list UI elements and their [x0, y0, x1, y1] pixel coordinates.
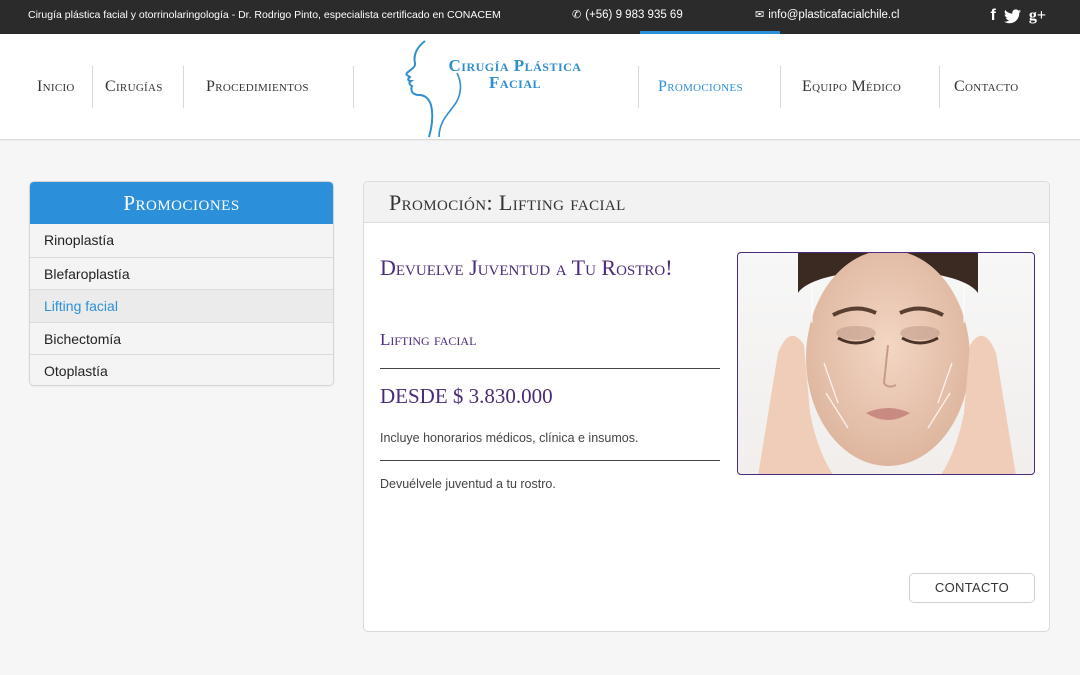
logo-line-2: Facial [488, 73, 542, 92]
facebook-icon[interactable]: f [991, 6, 996, 30]
nav-cirugias[interactable]: Cirugías [105, 66, 163, 108]
top-bar: Cirugía plástica facial y otorrinolaring… [0, 0, 1080, 34]
phone-contact[interactable]: ✆ (+56) 9 983 935 69 [572, 8, 683, 21]
promo-description: Devuélvele juventud a tu rostro. [380, 477, 556, 491]
sidebar-item-bichectomia[interactable]: Bichectomía [30, 321, 333, 354]
googleplus-icon[interactable]: g+ [1029, 6, 1046, 30]
nav-procedimientos[interactable]: Procedimientos [206, 66, 309, 108]
nav-divider [353, 66, 354, 108]
sidebar-item-rinoplastia[interactable]: Rinoplastía [30, 224, 333, 257]
nav-contacto[interactable]: Contacto [954, 66, 1019, 108]
sidebar-item-lifting-facial[interactable]: Lifting facial [30, 289, 333, 322]
email-address[interactable]: info@plasticafacialchile.cl [768, 9, 899, 21]
sidebar-item-blefaroplastia[interactable]: Blefaroplastía [30, 256, 333, 289]
site-header: Inicio Cirugías Procedimientos Cirugía P… [0, 34, 1080, 140]
logo-text: Cirugía Plástica Facial [425, 57, 605, 91]
nav-divider [183, 66, 184, 108]
nav-equipo-medico[interactable]: Equipo Médico [802, 66, 901, 108]
social-links: f g+ [991, 6, 1046, 30]
promo-title: Devuelve Juventud a Tu Rostro! [380, 255, 673, 280]
phone-number[interactable]: (+56) 9 983 935 69 [585, 9, 683, 21]
envelope-icon: ✉ [755, 9, 765, 21]
sidebar-item-otoplastia[interactable]: Otoplastía [30, 354, 333, 385]
email-contact[interactable]: ✉ info@plasticafacialchile.cl [755, 8, 899, 21]
nav-divider [780, 66, 781, 108]
nav-divider [939, 66, 940, 108]
tagline: Cirugía plástica facial y otorrinolaring… [28, 9, 501, 21]
nav-divider [92, 66, 93, 108]
nav-promociones[interactable]: Promociones [658, 66, 743, 108]
site-logo[interactable]: Cirugía Plástica Facial [395, 39, 605, 139]
sidebar-title: Promociones [30, 182, 333, 224]
promotion-panel: Promoción: Lifting facial Devuelve Juven… [363, 181, 1050, 632]
promotions-sidebar: Promociones Rinoplastía Blefaroplastía L… [29, 181, 334, 386]
logo-line-1: Cirugía Plástica [448, 56, 582, 75]
nav-inicio[interactable]: Inicio [37, 66, 75, 108]
panel-heading: Promoción: Lifting facial [364, 182, 1049, 223]
phone-icon: ✆ [572, 9, 582, 21]
nav-divider [638, 66, 639, 108]
promo-price: DESDE $ 3.830.000 [380, 384, 553, 408]
promo-subtitle: Lifting facial [380, 330, 477, 349]
contact-button[interactable]: CONTACTO [909, 573, 1035, 603]
divider [380, 460, 720, 461]
promo-photo [737, 252, 1035, 475]
face-photo-illustration [758, 253, 1016, 474]
twitter-icon[interactable] [1003, 6, 1021, 30]
divider [380, 368, 720, 369]
promo-includes: Incluye honorarios médicos, clínica e in… [380, 431, 639, 445]
